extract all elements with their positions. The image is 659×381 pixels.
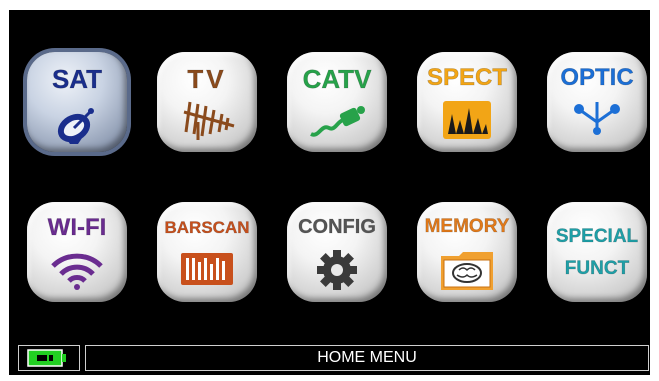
- screen: SAT TV CATV SPECT OPTIC WI-FI BARSCAN CO…: [9, 10, 650, 375]
- memory-button[interactable]: MEMORY: [417, 202, 517, 302]
- screen-title: HOME MENU: [85, 345, 649, 371]
- optic-button[interactable]: OPTIC: [547, 52, 647, 152]
- barscan-label: BARSCAN: [164, 218, 250, 238]
- tv-antenna-icon: [183, 101, 235, 140]
- barscan-button[interactable]: BARSCAN: [157, 202, 257, 302]
- tv-button[interactable]: TV: [157, 52, 257, 152]
- special-label: SPECIAL: [555, 226, 639, 248]
- wifi-label: WI-FI: [47, 214, 107, 242]
- funct-label: FUNCT: [564, 258, 630, 280]
- catv-button[interactable]: CATV: [287, 52, 387, 152]
- wifi-icon: [51, 253, 103, 290]
- battery-indicator: [18, 345, 80, 371]
- battery-icon: [27, 349, 66, 367]
- sat-button[interactable]: SAT: [27, 52, 127, 152]
- optic-label: OPTIC: [560, 64, 634, 92]
- satellite-dish-icon: [57, 108, 94, 144]
- sat-label: SAT: [51, 64, 103, 95]
- barscan-icon: [181, 253, 233, 285]
- catv-label: CATV: [302, 64, 372, 95]
- gear-icon: [317, 250, 357, 290]
- wifi-button[interactable]: WI-FI: [27, 202, 127, 302]
- config-button[interactable]: CONFIG: [287, 202, 387, 302]
- tv-label: TV: [187, 64, 227, 95]
- home-menu-grid: SAT TV CATV SPECT OPTIC WI-FI BARSCAN CO…: [9, 10, 650, 340]
- memory-label: MEMORY: [424, 216, 510, 238]
- optical-splitter-icon: [574, 102, 620, 135]
- spectrum-icon: [443, 101, 491, 139]
- status-bar: HOME MENU: [9, 343, 650, 375]
- coax-cable-icon: [310, 106, 365, 137]
- spect-button[interactable]: SPECT: [417, 52, 517, 152]
- spect-label: SPECT: [426, 64, 508, 92]
- memory-folder-icon: [441, 252, 493, 290]
- special-functions-button[interactable]: SPECIAL FUNCT: [547, 202, 647, 302]
- device-frame: SAT TV CATV SPECT OPTIC WI-FI BARSCAN CO…: [0, 0, 659, 381]
- config-label: CONFIG: [298, 216, 376, 239]
